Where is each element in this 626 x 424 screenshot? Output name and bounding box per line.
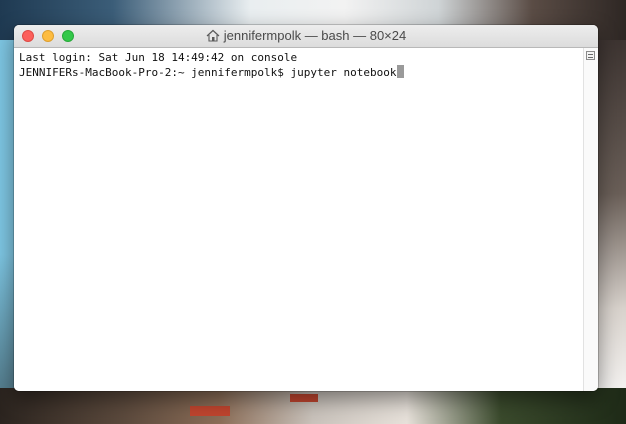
title-bar[interactable]: jennifermpolk — bash — 80×24 bbox=[14, 25, 598, 48]
terminal-window[interactable]: jennifermpolk — bash — 80×24 Last login:… bbox=[14, 25, 598, 391]
desktop-wallpaper-detail bbox=[190, 406, 230, 416]
terminal-command-text: JENNIFERs-MacBook-Pro-2:~ jennifermpolk$… bbox=[19, 66, 397, 79]
terminal-content[interactable]: Last login: Sat Jun 18 14:49:42 on conso… bbox=[14, 48, 584, 391]
vertical-scrollbar[interactable] bbox=[583, 48, 598, 391]
terminal-line-login: Last login: Sat Jun 18 14:49:42 on conso… bbox=[19, 51, 298, 64]
split-pane-icon[interactable] bbox=[586, 51, 595, 60]
terminal-line-prompt: JENNIFERs-MacBook-Pro-2:~ jennifermpolk$… bbox=[19, 65, 584, 79]
window-title: jennifermpolk — bash — 80×24 bbox=[223, 28, 407, 43]
text-cursor bbox=[396, 65, 404, 78]
window-title-container: jennifermpolk — bash — 80×24 bbox=[14, 25, 598, 47]
home-icon bbox=[206, 29, 220, 42]
desktop-wallpaper-detail bbox=[290, 394, 318, 402]
desktop-wallpaper-right bbox=[596, 40, 626, 424]
